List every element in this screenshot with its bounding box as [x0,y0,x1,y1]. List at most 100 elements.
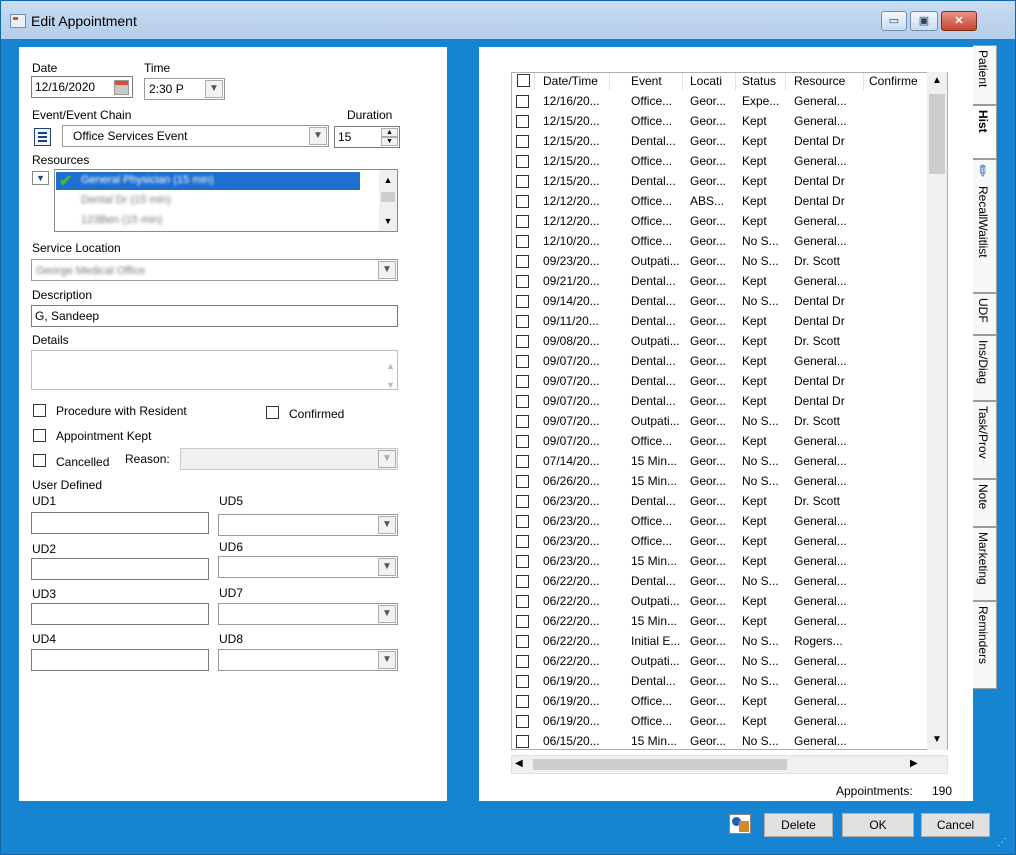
scroll-down-icon[interactable]: ▼ [379,216,397,226]
row-checkbox[interactable] [516,415,529,428]
table-row[interactable]: 12/16/20... Office... Geor... Expe... Genera… [512,92,932,112]
event-select[interactable]: Office Services Event ▼ [62,125,329,147]
table-row[interactable]: 06/22/20... Dental... Geor... No S... Genera… [512,572,932,592]
calendar-icon[interactable] [114,80,129,95]
row-checkbox[interactable] [516,515,529,528]
row-checkbox[interactable] [516,715,529,728]
column-header[interactable]: Resource [794,73,864,90]
table-row[interactable]: 06/22/20... 15 Min... Geor... Kept General..… [512,612,932,632]
ud2-field[interactable] [31,558,209,580]
column-header[interactable]: Date/Time [543,73,610,90]
table-row[interactable]: 12/15/20... Office... Geor... Kept General..… [512,152,932,172]
appointments-grid[interactable]: Date/Time Event Locati Status Resource C… [511,72,948,750]
time-select[interactable]: 2:30 P ▼ [144,78,225,100]
resource-item[interactable]: 123Ben (15 min) [81,214,162,226]
table-row[interactable]: 09/14/20... Dental... Geor... No S... Dental… [512,292,932,312]
table-row[interactable]: 06/23/20... Office... Geor... Kept General..… [512,512,932,532]
row-checkbox[interactable] [516,355,529,368]
resource-item[interactable]: Dental Dr (15 min) [81,194,171,206]
tab-reminders[interactable]: Reminders [973,601,997,689]
table-row[interactable]: 09/07/20... Dental... Geor... Kept Dental Dr [512,392,932,412]
procedure-with-resident-checkbox[interactable] [33,404,46,417]
row-checkbox[interactable] [516,655,529,668]
row-checkbox[interactable] [516,675,529,688]
resources-list[interactable]: ✔ General Physician (15 min) Dental Dr (… [54,169,398,232]
table-row[interactable]: 06/19/20... Office... Geor... Kept General..… [512,692,932,712]
row-checkbox[interactable] [516,575,529,588]
grid-horizontal-scrollbar[interactable]: ◀ ▶ [511,755,948,774]
scroll-up-icon[interactable]: ▲ [379,175,397,185]
row-checkbox[interactable] [516,295,529,308]
row-checkbox[interactable] [516,395,529,408]
maximize-button[interactable]: ▣ [910,11,938,31]
table-row[interactable]: 12/12/20... Office... ABS... Kept Dental Dr [512,192,932,212]
scroll-thumb[interactable] [533,759,787,770]
table-row[interactable]: 09/11/20... Dental... Geor... Kept Dental Dr [512,312,932,332]
row-checkbox[interactable] [516,255,529,268]
tab-recallwaitlist[interactable]: ✎ RecallWaitlist [971,159,997,293]
row-checkbox[interactable] [516,315,529,328]
scroll-thumb[interactable] [381,192,395,202]
event-chain-icon[interactable] [34,128,51,146]
column-header[interactable]: Confirme [869,73,932,90]
row-checkbox[interactable] [516,475,529,488]
tab-insdiag[interactable]: Ins/Diag [973,335,997,401]
column-header[interactable]: Locati [690,73,736,90]
scroll-right-icon[interactable]: ▶ [910,758,918,769]
row-checkbox[interactable] [516,155,529,168]
grid-vertical-scrollbar[interactable]: ▲ ▼ [927,72,947,750]
column-header[interactable]: Event [631,73,683,90]
table-row[interactable]: 09/07/20... Dental... Geor... Kept General..… [512,352,932,372]
table-row[interactable]: 12/15/20... Office... Geor... Kept General..… [512,112,932,132]
details-textarea[interactable]: ▲ ▼ [31,350,398,390]
table-row[interactable]: 06/22/20... Initial E... Geor... No S... Rog… [512,632,932,652]
ud4-field[interactable] [31,649,209,671]
row-checkbox[interactable] [516,635,529,648]
ud6-select[interactable]: ▼ [218,556,398,578]
row-checkbox[interactable] [516,735,529,748]
row-checkbox[interactable] [516,95,529,108]
row-checkbox[interactable] [516,175,529,188]
row-checkbox[interactable] [516,235,529,248]
cancelled-checkbox[interactable] [33,454,46,467]
scroll-up-icon[interactable]: ▲ [927,75,947,86]
spin-down-icon[interactable]: ▼ [381,137,398,146]
confirmed-checkbox[interactable] [266,406,279,419]
table-row[interactable]: 06/19/20... Dental... Geor... No S... Genera… [512,672,932,692]
row-checkbox[interactable] [516,435,529,448]
resize-grip-icon[interactable]: ⋰ [997,837,1007,848]
table-row[interactable]: 06/15/20... 15 Min... Geor... No S... Genera… [512,732,932,749]
table-row[interactable]: 09/07/20... Office... Geor... Kept General..… [512,432,932,452]
table-row[interactable]: 12/15/20... Dental... Geor... Kept Dental Dr [512,132,932,152]
service-location-select[interactable]: George Medical Office ▼ [31,259,398,281]
row-checkbox[interactable] [516,695,529,708]
row-checkbox[interactable] [516,115,529,128]
row-checkbox[interactable] [516,335,529,348]
table-row[interactable]: 12/12/20... Office... Geor... Kept General..… [512,212,932,232]
delete-button[interactable]: Delete [764,813,833,837]
table-row[interactable]: 09/08/20... Outpati... Geor... Kept Dr. Scot… [512,332,932,352]
row-checkbox[interactable] [516,275,529,288]
table-row[interactable]: 06/22/20... Outpati... Geor... No S... Gener… [512,652,932,672]
ud3-field[interactable] [31,603,209,625]
tab-note[interactable]: Note [973,479,997,527]
table-row[interactable]: 06/26/20... 15 Min... Geor... No S... Genera… [512,472,932,492]
table-row[interactable]: 06/23/20... 15 Min... Geor... Kept General..… [512,552,932,572]
reason-select[interactable]: ▼ [180,448,398,470]
table-row[interactable]: 06/23/20... Dental... Geor... Kept Dr. Scott [512,492,932,512]
tab-taskprov[interactable]: Task/Prov [973,401,997,479]
appointment-kept-checkbox[interactable] [33,429,46,442]
table-row[interactable]: 09/07/20... Dental... Geor... Kept Dental Dr [512,372,932,392]
scroll-thumb[interactable] [929,94,945,174]
row-checkbox[interactable] [516,555,529,568]
table-row[interactable]: 09/23/20... Outpati... Geor... No S... Dr. S… [512,252,932,272]
table-row[interactable]: 06/19/20... Office... Geor... Kept General..… [512,712,932,732]
resource-item[interactable]: General Physician (15 min) [81,174,214,186]
ok-button[interactable]: OK [842,813,914,837]
tab-hist[interactable]: Hist [973,105,997,159]
description-field[interactable]: G, Sandeep [31,305,398,327]
ud5-select[interactable]: ▼ [218,514,398,536]
scroll-down-icon[interactable]: ▼ [927,734,947,745]
spin-up-icon[interactable]: ▲ [381,128,398,137]
row-checkbox[interactable] [516,615,529,628]
